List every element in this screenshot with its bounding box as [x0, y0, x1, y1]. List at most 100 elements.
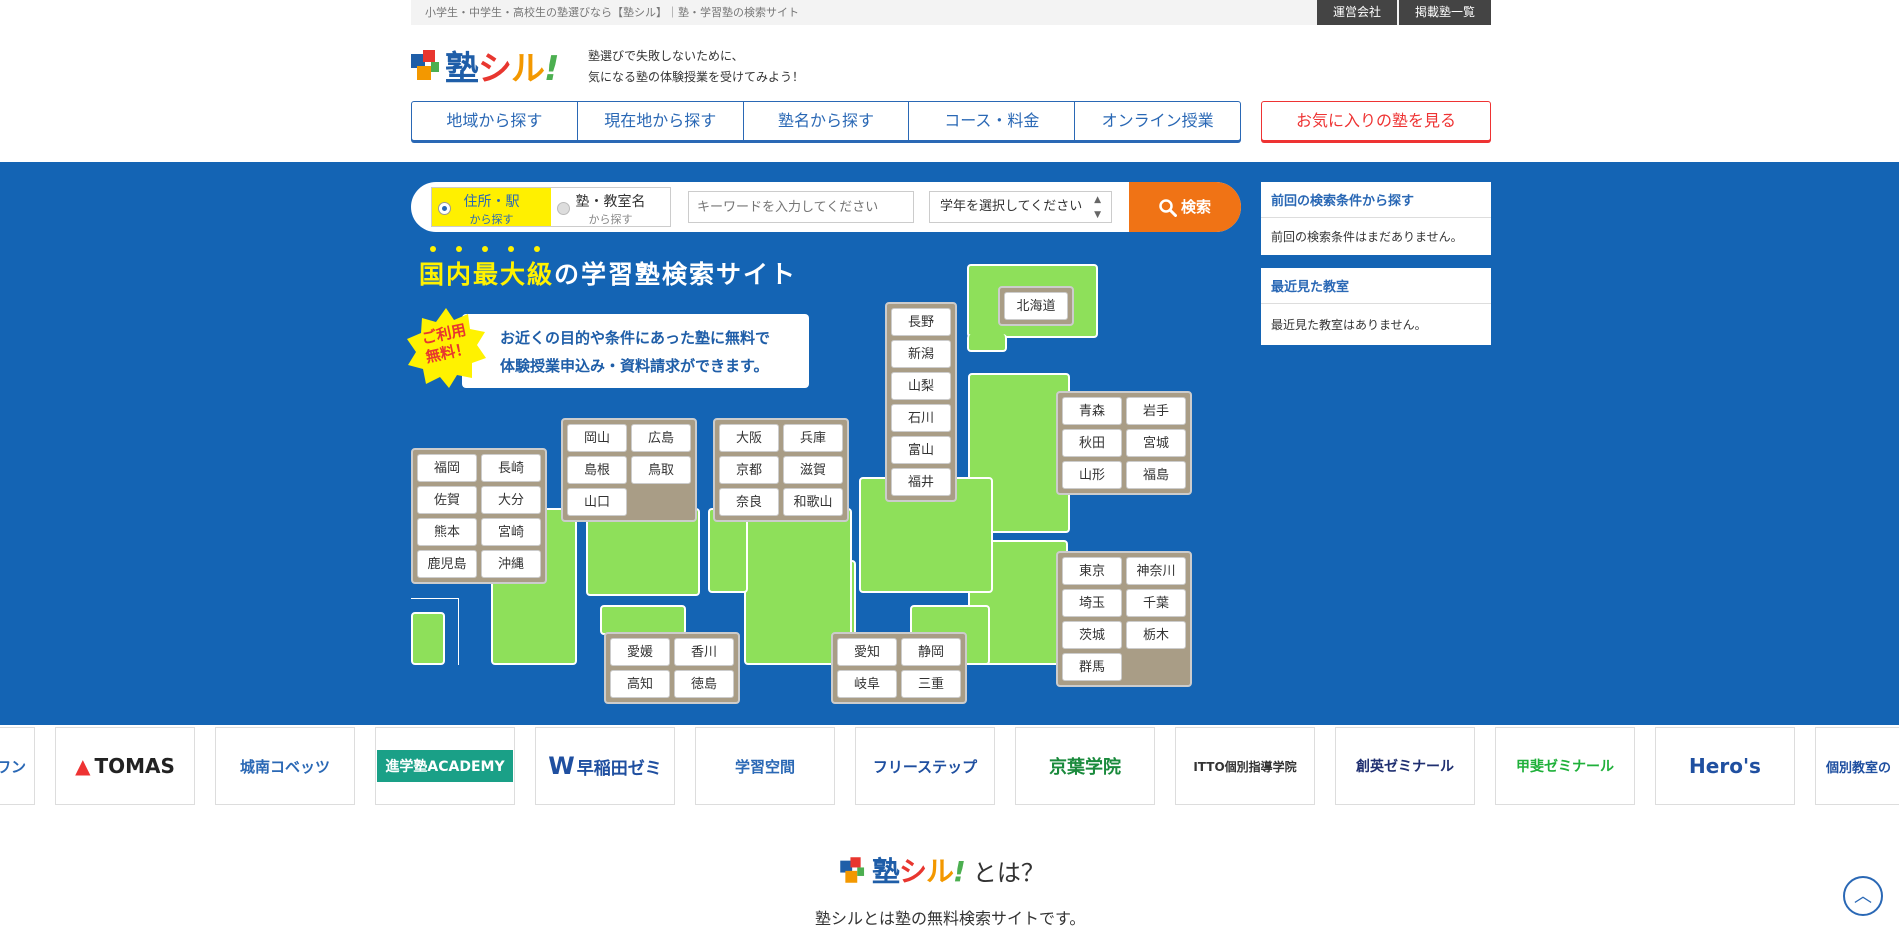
- pref-button[interactable]: 和歌山: [783, 488, 843, 516]
- pref-button[interactable]: 宮崎: [481, 518, 541, 546]
- company-link[interactable]: 運営会社: [1316, 0, 1397, 25]
- pref-button[interactable]: 福島: [1126, 461, 1186, 489]
- tab-school-label: 塾・教室名: [575, 194, 646, 210]
- nav-current-location[interactable]: 現在地から探す: [578, 102, 744, 140]
- search-button-label: 検索: [1180, 198, 1211, 216]
- nav-school-name[interactable]: 塾名から探す: [744, 102, 910, 140]
- pref-button[interactable]: 東京: [1062, 557, 1122, 585]
- pref-button[interactable]: 富山: [891, 436, 951, 464]
- tab-address-station[interactable]: 住所・駅 から探す: [432, 188, 551, 226]
- pref-button[interactable]: 新潟: [891, 340, 951, 368]
- pref-button[interactable]: 石川: [891, 404, 951, 432]
- nav-course-price[interactable]: コース・料金: [909, 102, 1076, 140]
- prev-search-title[interactable]: 前回の検索条件から探す: [1261, 182, 1491, 218]
- brand-card[interactable]: ワン: [0, 727, 35, 805]
- pref-button[interactable]: 山梨: [891, 372, 951, 400]
- pref-button[interactable]: 山形: [1062, 461, 1122, 489]
- about-heading: 塾シル! とは？: [838, 850, 1045, 890]
- pref-button[interactable]: 岡山: [567, 424, 627, 452]
- tab-school-name[interactable]: 塾・教室名 から探す: [551, 188, 670, 226]
- callout-text: お近くの目的や条件にあった塾に無料で 体験授業申込み・資料請求ができます。: [500, 329, 771, 375]
- brand-card[interactable]: 城南コベッツ: [215, 727, 355, 805]
- search-button[interactable]: 検索: [1129, 182, 1241, 232]
- waseda-w-icon: W: [548, 752, 575, 780]
- pref-button[interactable]: 鹿児島: [417, 550, 477, 578]
- pref-button[interactable]: 島根: [567, 456, 627, 484]
- brand-card[interactable]: 個別教室の: [1815, 727, 1899, 805]
- pref-button[interactable]: 秋田: [1062, 429, 1122, 457]
- pref-button[interactable]: 青森: [1062, 397, 1122, 425]
- radio-selected-icon: [438, 202, 451, 215]
- search-mode-toggle: 住所・駅 から探す 塾・教室名 から探す: [431, 187, 671, 227]
- pref-button[interactable]: 兵庫: [783, 424, 843, 452]
- pref-button[interactable]: 岐阜: [837, 670, 897, 698]
- pref-button[interactable]: 徳島: [674, 670, 734, 698]
- pref-button[interactable]: 栃木: [1126, 621, 1186, 649]
- brand-card[interactable]: 京葉学院: [1015, 727, 1155, 805]
- region-chubu-north: 長野 新潟 山梨 石川 富山 福井: [885, 302, 957, 502]
- pref-button[interactable]: 岩手: [1126, 397, 1186, 425]
- top-bar: 小学生・中学生・高校生の塾選びなら【塾シル】｜塾・学習塾の検索サイト 運営会社 …: [411, 0, 1491, 25]
- pref-button[interactable]: 茨城: [1062, 621, 1122, 649]
- logo-wordmark: 塾シル!: [445, 48, 559, 89]
- pref-button[interactable]: 香川: [674, 638, 734, 666]
- region-shikoku: 愛媛 香川 高知 徳島: [604, 632, 740, 704]
- pref-button[interactable]: 滋賀: [783, 456, 843, 484]
- brand-card[interactable]: フリーステップ: [855, 727, 995, 805]
- nav-online[interactable]: オンライン授業: [1075, 102, 1240, 140]
- pref-button[interactable]: 三重: [901, 670, 961, 698]
- pref-button[interactable]: 奈良: [719, 488, 779, 516]
- recent-box: 最近見た教室 最近見た教室はありません。: [1261, 268, 1491, 345]
- region-kanto: 東京 神奈川 埼玉 千葉 茨城 栃木 群馬: [1056, 551, 1192, 687]
- map-land-shikoku: [600, 605, 686, 635]
- brand-card[interactable]: 進学塾ACADEMY: [375, 727, 515, 805]
- pref-button[interactable]: 広島: [631, 424, 691, 452]
- brand-card[interactable]: W 早稲田ゼミ: [535, 727, 675, 805]
- brand-card[interactable]: ITTO個別指導学院: [1175, 727, 1315, 805]
- logo-mark-icon: [840, 856, 866, 885]
- pref-button[interactable]: 高知: [610, 670, 670, 698]
- pref-button[interactable]: 北海道: [1004, 292, 1068, 320]
- pref-button[interactable]: 山口: [567, 488, 627, 516]
- pref-button[interactable]: 長崎: [481, 454, 541, 482]
- pref-button[interactable]: 千葉: [1126, 589, 1186, 617]
- favorites-button[interactable]: お気に入りの塾を見る: [1261, 101, 1491, 141]
- pref-button[interactable]: 埼玉: [1062, 589, 1122, 617]
- back-to-top-button[interactable]: ︿: [1843, 876, 1883, 916]
- pref-button[interactable]: 宮城: [1126, 429, 1186, 457]
- pref-button[interactable]: 京都: [719, 456, 779, 484]
- brand-card[interactable]: 甲斐ゼミナール: [1495, 727, 1635, 805]
- header-copy: 塾選びで失敗しないために、 気になる塾の体験授業を受けてみよう！: [588, 46, 804, 88]
- region-hokkaido: 北海道: [998, 286, 1074, 326]
- brand-card[interactable]: 学習空間: [695, 727, 835, 805]
- pref-button[interactable]: 佐賀: [417, 486, 477, 514]
- brand-card[interactable]: 創英ゼミナール: [1335, 727, 1475, 805]
- pref-button[interactable]: 大阪: [719, 424, 779, 452]
- about-title-suffix: とは？: [972, 858, 1045, 887]
- pref-button[interactable]: 長野: [891, 308, 951, 336]
- pref-button[interactable]: 大分: [481, 486, 541, 514]
- select-arrows-icon: ▲ ▼: [1094, 195, 1101, 220]
- pref-button[interactable]: 神奈川: [1126, 557, 1186, 585]
- nav-area[interactable]: 地域から探す: [412, 102, 578, 140]
- keyword-input[interactable]: [688, 191, 914, 223]
- pref-button[interactable]: 福岡: [417, 454, 477, 482]
- pref-button[interactable]: 鳥取: [631, 456, 691, 484]
- pref-button[interactable]: 群馬: [1062, 653, 1122, 681]
- about-subtitle: 塾シルとは塾の無料検索サイトです。: [815, 909, 1086, 928]
- pref-button[interactable]: 沖縄: [481, 550, 541, 578]
- pref-button[interactable]: 愛知: [837, 638, 897, 666]
- pref-button[interactable]: 熊本: [417, 518, 477, 546]
- search-bar: 住所・駅 から探す 塾・教室名 から探す 学年を選択してください ▲▼ 検索: [411, 182, 1241, 232]
- pref-button[interactable]: 静岡: [901, 638, 961, 666]
- prev-search-box: 前回の検索条件から探す 前回の検索条件はまだありません。: [1261, 182, 1491, 255]
- region-kansai: 大阪 兵庫 京都 滋賀 奈良 和歌山: [713, 418, 849, 522]
- site-logo[interactable]: 塾シル!: [411, 45, 559, 89]
- brand-card[interactable]: Hero's: [1655, 727, 1795, 805]
- pref-button[interactable]: 福井: [891, 468, 951, 496]
- brand-card[interactable]: ▲ TOMAS: [55, 727, 195, 805]
- pref-button[interactable]: 愛媛: [610, 638, 670, 666]
- region-chugoku: 岡山 広島 島根 鳥取 山口: [561, 418, 697, 522]
- school-list-link[interactable]: 掲載塾一覧: [1398, 0, 1491, 25]
- grade-select[interactable]: 学年を選択してください ▲ ▼: [929, 191, 1112, 223]
